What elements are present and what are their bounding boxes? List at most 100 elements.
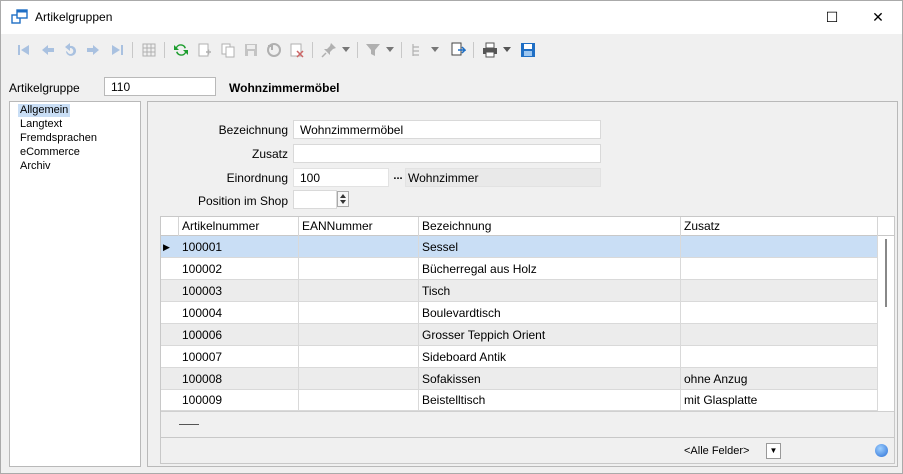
cell-artikelnummer[interactable]: 100001 bbox=[179, 236, 299, 258]
sidebar-item-allgemein[interactable]: Allgemein bbox=[18, 104, 71, 117]
chevron-down-icon[interactable]: ▼ bbox=[766, 443, 781, 459]
close-button[interactable]: ✕ bbox=[855, 1, 901, 33]
new-row-marker bbox=[179, 424, 199, 425]
cell-eannummer[interactable] bbox=[299, 302, 419, 324]
table-row[interactable]: 100007 Sideboard Antik bbox=[161, 346, 878, 368]
sidebar-item-fremdsprachen[interactable]: Fremdsprachen bbox=[18, 132, 99, 145]
table-row[interactable]: 100004 Boulevardtisch bbox=[161, 302, 878, 324]
einordnung-input[interactable]: 100 bbox=[293, 168, 389, 187]
cell-eannummer[interactable] bbox=[299, 324, 419, 346]
artikelgruppe-input[interactable]: 110 bbox=[104, 77, 216, 96]
artikelgruppe-label: Artikelgruppe bbox=[9, 81, 80, 95]
pin-dropdown-icon[interactable] bbox=[341, 43, 351, 57]
cell-zusatz[interactable] bbox=[681, 302, 878, 324]
filter-search-input[interactable] bbox=[787, 442, 871, 461]
toolbar-separator bbox=[473, 42, 474, 58]
cell-bezeichnung[interactable]: Grosser Teppich Orient bbox=[419, 324, 681, 346]
cell-artikelnummer[interactable]: 100002 bbox=[179, 258, 299, 280]
table-row[interactable]: 100008 Sofakissen ohne Anzug bbox=[161, 368, 878, 390]
tree-dropdown-icon[interactable] bbox=[430, 43, 440, 57]
position-im-shop-label: Position im Shop bbox=[197, 194, 288, 208]
key-row: Artikelgruppe 110 Wohnzimmermöbel bbox=[1, 75, 902, 101]
cell-zusatz[interactable] bbox=[681, 280, 878, 302]
cell-bezeichnung[interactable]: Sideboard Antik bbox=[419, 346, 681, 368]
cell-eannummer[interactable] bbox=[299, 346, 419, 368]
table-row[interactable]: ▶ 100001 Sessel bbox=[161, 236, 878, 258]
column-header-bezeichnung[interactable]: Bezeichnung bbox=[419, 217, 681, 236]
grid-scrollbar[interactable] bbox=[878, 236, 894, 411]
undo-changes-icon[interactable] bbox=[265, 41, 283, 59]
toolbar-separator bbox=[401, 42, 402, 58]
cell-eannummer[interactable] bbox=[299, 258, 419, 280]
cell-zusatz[interactable]: ohne Anzug bbox=[681, 368, 878, 390]
tree-icon[interactable] bbox=[409, 41, 427, 59]
column-header-eannummer[interactable]: EANNummer bbox=[299, 217, 419, 236]
position-spinner[interactable] bbox=[337, 191, 349, 207]
einordnung-label: Einordnung bbox=[226, 171, 288, 185]
pin-icon[interactable] bbox=[320, 41, 338, 59]
new-record-icon[interactable] bbox=[195, 41, 213, 59]
window-title: Artikelgruppen bbox=[35, 10, 113, 24]
app-icon bbox=[11, 9, 29, 25]
table-row[interactable]: 100009 Beistelltisch mit Glasplatte bbox=[161, 390, 878, 411]
cell-eannummer[interactable] bbox=[299, 236, 419, 258]
einordnung-lookup-button[interactable]: ... bbox=[391, 171, 405, 186]
column-header-zusatz[interactable]: Zusatz bbox=[681, 217, 878, 236]
cell-artikelnummer[interactable]: 100007 bbox=[179, 346, 299, 368]
export-icon[interactable] bbox=[449, 41, 467, 59]
table-row[interactable]: 100003 Tisch bbox=[161, 280, 878, 302]
cell-zusatz[interactable] bbox=[681, 236, 878, 258]
cell-eannummer[interactable] bbox=[299, 368, 419, 390]
save-layout-icon[interactable] bbox=[519, 41, 537, 59]
sidebar-item-langtext[interactable]: Langtext bbox=[18, 118, 64, 131]
table-row[interactable]: 100006 Grosser Teppich Orient bbox=[161, 324, 878, 346]
cell-zusatz[interactable] bbox=[681, 258, 878, 280]
cell-eannummer[interactable] bbox=[299, 280, 419, 302]
delete-icon[interactable] bbox=[288, 41, 306, 59]
cell-bezeichnung[interactable]: Bücherregal aus Holz bbox=[419, 258, 681, 280]
undo-icon[interactable] bbox=[61, 41, 79, 59]
first-record-icon[interactable] bbox=[15, 41, 33, 59]
bezeichnung-input[interactable]: Wohnzimmermöbel bbox=[293, 120, 601, 139]
filter-icon[interactable] bbox=[364, 41, 382, 59]
zusatz-input[interactable] bbox=[293, 144, 601, 163]
scrollbar-thumb[interactable] bbox=[885, 239, 887, 307]
toolbar bbox=[1, 35, 902, 65]
save-icon[interactable] bbox=[242, 41, 260, 59]
position-im-shop-input[interactable] bbox=[293, 190, 337, 209]
cell-artikelnummer[interactable]: 100009 bbox=[179, 390, 299, 411]
cell-zusatz[interactable] bbox=[681, 346, 878, 368]
grid-footer bbox=[161, 411, 894, 437]
cell-zusatz[interactable] bbox=[681, 324, 878, 346]
print-icon[interactable] bbox=[481, 41, 499, 59]
sidebar-item-ecommerce[interactable]: eCommerce bbox=[18, 146, 82, 159]
cell-bezeichnung[interactable]: Sofakissen bbox=[419, 368, 681, 390]
previous-record-icon[interactable] bbox=[39, 41, 57, 59]
cell-artikelnummer[interactable]: 100003 bbox=[179, 280, 299, 302]
cell-zusatz[interactable]: mit Glasplatte bbox=[681, 390, 878, 411]
filter-field-select[interactable]: <Alle Felder> bbox=[681, 442, 763, 461]
toolbar-separator bbox=[357, 42, 358, 58]
copy-record-icon[interactable] bbox=[219, 41, 237, 59]
cell-artikelnummer[interactable]: 100008 bbox=[179, 368, 299, 390]
table-view-icon[interactable] bbox=[140, 41, 158, 59]
column-header-artikelnummer[interactable]: Artikelnummer bbox=[179, 217, 299, 236]
cell-bezeichnung[interactable]: Boulevardtisch bbox=[419, 302, 681, 324]
filter-dropdown-icon[interactable] bbox=[385, 43, 395, 57]
toolbar-separator bbox=[132, 42, 133, 58]
next-record-icon[interactable] bbox=[84, 41, 102, 59]
last-record-icon[interactable] bbox=[108, 41, 126, 59]
cell-artikelnummer[interactable]: 100006 bbox=[179, 324, 299, 346]
sidebar-item-archiv[interactable]: Archiv bbox=[18, 160, 53, 173]
artikelgruppe-name: Wohnzimmermöbel bbox=[229, 81, 340, 95]
search-go-icon[interactable] bbox=[875, 444, 888, 457]
table-row[interactable]: 100002 Bücherregal aus Holz bbox=[161, 258, 878, 280]
cell-bezeichnung[interactable]: Sessel bbox=[419, 236, 681, 258]
cell-bezeichnung[interactable]: Tisch bbox=[419, 280, 681, 302]
cell-eannummer[interactable] bbox=[299, 390, 419, 411]
refresh-icon[interactable] bbox=[172, 41, 190, 59]
maximize-button[interactable]: ☐ bbox=[809, 1, 855, 33]
print-dropdown-icon[interactable] bbox=[502, 43, 512, 57]
cell-artikelnummer[interactable]: 100004 bbox=[179, 302, 299, 324]
cell-bezeichnung[interactable]: Beistelltisch bbox=[419, 390, 681, 411]
